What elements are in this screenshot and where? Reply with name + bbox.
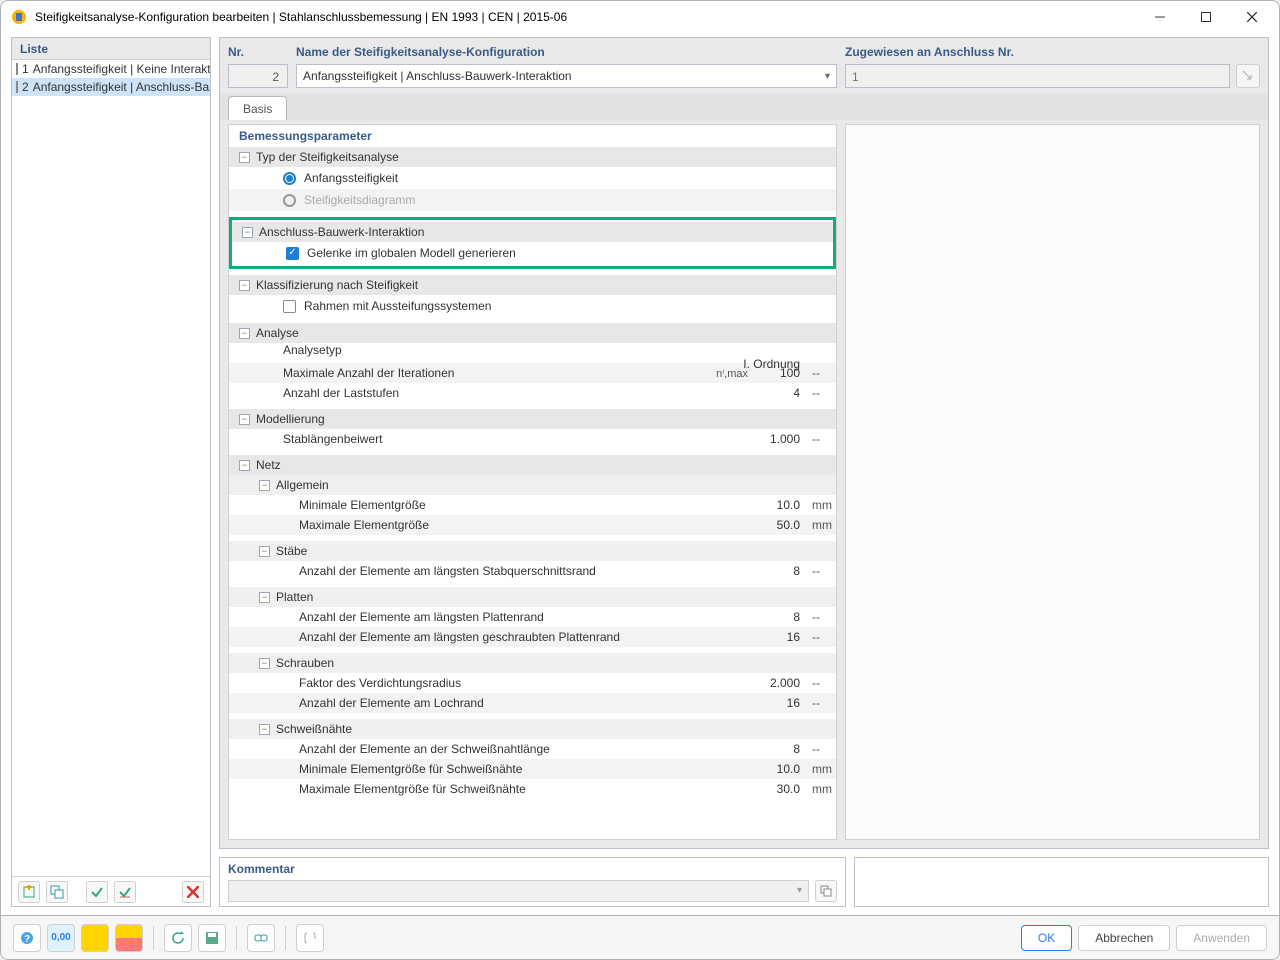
comment-panel: Kommentar ▾ <box>219 857 846 907</box>
collapse-icon[interactable]: − <box>239 414 250 425</box>
comment-label: Kommentar <box>228 862 837 876</box>
radio-icon <box>283 172 296 185</box>
parameters-tree[interactable]: Bemessungsparameter −Typ der Steifigkeit… <box>228 124 837 840</box>
collapse-icon[interactable]: − <box>239 152 250 163</box>
group-analyse[interactable]: −Analyse <box>229 323 836 343</box>
assigned-field[interactable]: 1 <box>845 64 1230 88</box>
radio-anfangssteifigkeit[interactable]: Anfangssteifigkeit <box>229 167 836 189</box>
collapse-icon[interactable]: − <box>239 460 250 471</box>
group-schrauben[interactable]: −Schrauben <box>229 653 836 673</box>
plat1-value[interactable]: 8 <box>754 610 806 624</box>
help-button[interactable]: ? <box>13 924 41 952</box>
collapse-icon[interactable]: − <box>259 724 270 735</box>
stablaengen-value[interactable]: 1.000 <box>754 432 806 446</box>
refresh-button[interactable] <box>164 924 192 952</box>
dialog-window: Steifigkeitsanalyse-Konfiguration bearbe… <box>0 0 1280 960</box>
main-panel: Nr. 2 Name der Steifigkeitsanalyse-Konfi… <box>219 37 1269 849</box>
check-out-button[interactable] <box>114 881 136 903</box>
config-list[interactable]: 1 Anfangssteifigkeit | Keine Interaktion… <box>12 60 210 876</box>
titlebar: Steifigkeitsanalyse-Konfiguration bearbe… <box>1 1 1279 33</box>
group-allgemein[interactable]: −Allgemein <box>229 475 836 495</box>
tabs: Basis <box>220 94 1268 120</box>
plat2-value[interactable]: 16 <box>754 630 806 644</box>
sch1-value[interactable]: 2.000 <box>754 676 806 690</box>
sw2-value[interactable]: 10.0 <box>754 762 806 776</box>
radio-steifigkeitsdiagramm[interactable]: Steifigkeitsdiagramm <box>229 189 836 211</box>
apply-button[interactable]: Anwenden <box>1176 925 1267 951</box>
check-in-button[interactable] <box>86 881 108 903</box>
top-field-row: Nr. 2 Name der Steifigkeitsanalyse-Konfi… <box>220 38 1268 94</box>
check-gelenke[interactable]: Gelenke im globalen Modell generieren <box>232 242 833 264</box>
left-toolbar <box>12 876 210 906</box>
script-button[interactable] <box>296 924 324 952</box>
close-button[interactable] <box>1229 1 1275 33</box>
assigned-label: Zugewiesen an Anschluss Nr. <box>845 44 1260 60</box>
group-typ[interactable]: −Typ der Steifigkeitsanalyse <box>229 147 836 167</box>
link-button[interactable] <box>247 924 275 952</box>
collapse-icon[interactable]: − <box>259 480 270 491</box>
footer-toolbar: ? 0,00 OK Abbrechen Anwenden <box>1 915 1279 959</box>
app-icon <box>11 9 27 25</box>
stab-elem-value[interactable]: 8 <box>754 564 806 578</box>
comment-edit-button[interactable] <box>815 880 837 902</box>
save-button[interactable] <box>198 924 226 952</box>
new-button[interactable] <box>18 881 40 903</box>
svg-text:?: ? <box>24 934 30 945</box>
min-elem-value[interactable]: 10.0 <box>754 498 806 512</box>
chevron-down-icon: ▾ <box>825 71 830 82</box>
collapse-icon[interactable]: − <box>259 592 270 603</box>
nr-field[interactable]: 2 <box>228 64 288 88</box>
units-button[interactable]: 0,00 <box>47 924 75 952</box>
color-swatch-icon <box>16 81 18 93</box>
right-details-panel <box>845 124 1260 840</box>
color-swatch-icon <box>16 63 18 75</box>
group-staebe[interactable]: −Stäbe <box>229 541 836 561</box>
group-schweissnaehte[interactable]: −Schweißnähte <box>229 719 836 739</box>
left-list-header: Liste <box>12 38 210 60</box>
section-bemessung: Bemessungsparameter <box>229 125 836 147</box>
comment-input[interactable]: ▾ <box>228 880 809 902</box>
pick-button[interactable] <box>1236 64 1260 88</box>
max-iterations-value[interactable]: 100 <box>754 366 806 380</box>
copy-button[interactable] <box>46 881 68 903</box>
nr-label: Nr. <box>228 44 288 60</box>
window-title: Steifigkeitsanalyse-Konfiguration bearbe… <box>35 10 1137 24</box>
delete-button[interactable] <box>182 881 204 903</box>
checkbox-icon <box>283 300 296 313</box>
name-dropdown[interactable]: Anfangssteifigkeit | Anschluss-Bauwerk-I… <box>296 64 837 88</box>
collapse-icon[interactable]: − <box>242 227 253 238</box>
collapse-icon[interactable]: − <box>259 658 270 669</box>
comment-right-panel <box>854 857 1269 907</box>
tab-basis[interactable]: Basis <box>228 96 287 120</box>
max-elem-value[interactable]: 50.0 <box>754 518 806 532</box>
list-item[interactable]: 1 Anfangssteifigkeit | Keine Interaktion… <box>12 60 210 78</box>
list-item[interactable]: 2 Anfangssteifigkeit | Anschluss-Bauwerk… <box>12 78 210 96</box>
group-interaktion[interactable]: −Anschluss-Bauwerk-Interaktion <box>232 222 833 242</box>
collapse-icon[interactable]: − <box>259 546 270 557</box>
sch2-value[interactable]: 16 <box>754 696 806 710</box>
group-modellierung[interactable]: −Modellierung <box>229 409 836 429</box>
cancel-button[interactable]: Abbrechen <box>1078 925 1170 951</box>
minimize-button[interactable] <box>1137 1 1183 33</box>
sw1-value[interactable]: 8 <box>754 742 806 756</box>
collapse-icon[interactable]: − <box>239 328 250 339</box>
checkbox-icon <box>286 247 299 260</box>
name-label: Name der Steifigkeitsanalyse-Konfigurati… <box>296 44 837 60</box>
ok-button[interactable]: OK <box>1021 925 1072 951</box>
chevron-down-icon: ▾ <box>797 885 802 896</box>
group-platten[interactable]: −Platten <box>229 587 836 607</box>
radio-icon <box>283 194 296 207</box>
check-rahmen[interactable]: Rahmen mit Aussteifungssystemen <box>229 295 836 317</box>
color-b-button[interactable] <box>115 924 143 952</box>
group-netz[interactable]: −Netz <box>229 455 836 475</box>
collapse-icon[interactable]: − <box>239 280 250 291</box>
highlighted-section: −Anschluss-Bauwerk-Interaktion Gelenke i… <box>229 217 836 269</box>
color-a-button[interactable] <box>81 924 109 952</box>
group-klassifizierung[interactable]: −Klassifizierung nach Steifigkeit <box>229 275 836 295</box>
sw3-value[interactable]: 30.0 <box>754 782 806 796</box>
laststufen-value[interactable]: 4 <box>754 386 806 400</box>
maximize-button[interactable] <box>1183 1 1229 33</box>
left-list-panel: Liste 1 Anfangssteifigkeit | Keine Inter… <box>11 37 211 907</box>
